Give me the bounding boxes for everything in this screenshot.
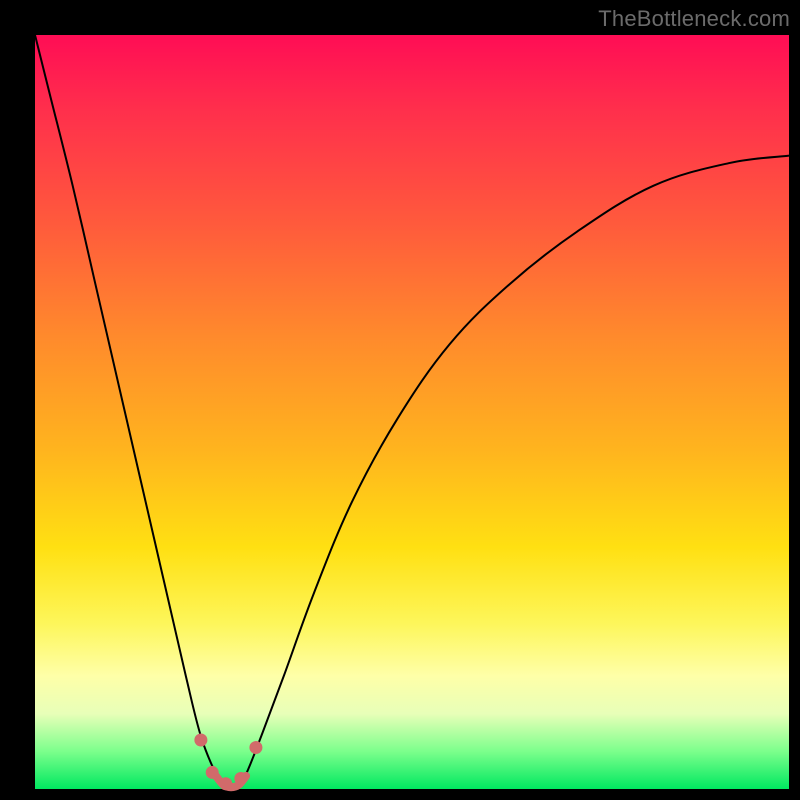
bottleneck-curve	[35, 35, 789, 785]
curve-marker	[194, 733, 207, 746]
curve-marker	[219, 777, 232, 790]
curve-marker	[206, 766, 219, 779]
curve-marker	[249, 741, 262, 754]
curve-layer	[35, 35, 789, 789]
curve-marker	[234, 772, 247, 785]
watermark-text: TheBottleneck.com	[598, 6, 790, 32]
chart-frame: TheBottleneck.com	[0, 0, 800, 800]
plot-area	[35, 35, 789, 789]
